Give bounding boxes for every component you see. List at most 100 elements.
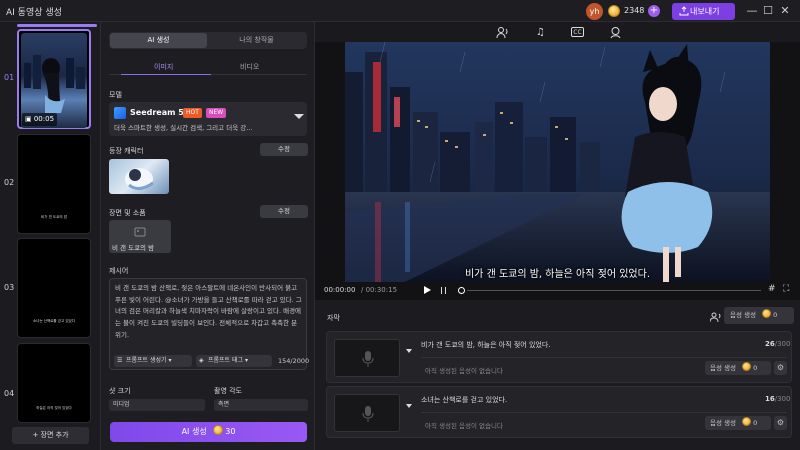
settings-panel: AI 생성 나의 창작물 이미지 비디오 모델 Seedream 5.0 HOT…	[101, 22, 315, 450]
model-logo-icon	[114, 107, 126, 119]
tab-my-creations[interactable]: 나의 창작물	[208, 33, 305, 48]
list-icon: ☰	[117, 357, 123, 364]
seek-bar[interactable]	[467, 290, 761, 291]
chevron-down-icon[interactable]	[406, 349, 412, 353]
voice-generate-all-button[interactable]: 음성 생성 0	[724, 307, 794, 324]
prompt-tag-button[interactable]: ◈ 프롬프트 태그 ▾	[196, 355, 272, 367]
export-icon	[679, 6, 689, 16]
credit-count: 2348	[624, 6, 645, 15]
scene-thumb-2[interactable]: 비가 갠 도쿄의 밤	[17, 134, 91, 234]
no-voice-message: 아직 생성된 음성이 없습니다	[425, 367, 503, 375]
prompt-textarea[interactable]: 비 갠 도쿄의 밤 산책로, 젖은 아스팔트에 네온사인이 반사되어 붉고 푸른…	[109, 278, 310, 370]
fullscreen-icon[interactable]: ⛶	[783, 284, 793, 294]
video-frame[interactable]: 비가 갠 도쿄의 밤, 하늘은 아직 젖어 있었다.	[345, 42, 770, 282]
scene-prop-label: 장면 및 소품	[109, 209, 146, 217]
subtitle-panel: 자막 음성 생성 0 비가 갠 도쿄의 밤, 하늘은 아직 젖어 있었다. 26…	[315, 300, 800, 450]
tag-icon: ◈	[199, 357, 204, 364]
seek-handle[interactable]	[458, 287, 465, 294]
voice-slot[interactable]	[334, 339, 400, 377]
voice-generate-cost: 0	[753, 364, 758, 372]
no-voice-message: 아직 생성된 음성이 없습니다	[425, 422, 503, 430]
grid-icon[interactable]: #	[768, 284, 778, 294]
ai-generate-button[interactable]: AI 생성 30	[110, 422, 307, 442]
chevron-down-icon	[294, 114, 304, 119]
avatar-icon[interactable]	[609, 26, 622, 39]
caption-icon[interactable]: CC	[571, 27, 584, 37]
voice-generate-button[interactable]: 음성 생성 0	[705, 361, 771, 375]
coin-icon	[742, 417, 752, 426]
video-subtitle: 비가 갠 도쿄의 밤, 하늘은 아직 젖어 있었다.	[464, 269, 650, 280]
close-button[interactable]: ✕	[778, 4, 792, 18]
subtitle-text[interactable]: 비가 갠 도쿄의 밤, 하늘은 아직 젖어 있었다.	[421, 340, 551, 350]
scene-thumb-1[interactable]: ▣ 00:05	[17, 29, 91, 129]
app-title: AI 동영상 생성	[6, 8, 62, 18]
voice-icon[interactable]	[496, 26, 509, 39]
export-label: 내보내기	[690, 7, 720, 16]
mic-icon	[362, 406, 374, 422]
voice-slot[interactable]	[334, 394, 400, 432]
scene-number: 03	[4, 283, 15, 292]
minimize-button[interactable]: —	[745, 4, 759, 18]
edit-character-button[interactable]: 수정	[260, 143, 308, 156]
subtab-video[interactable]: 비디오	[240, 62, 259, 72]
chevron-down-icon: ▾	[243, 357, 248, 364]
tab-ai-generate[interactable]: AI 생성	[110, 33, 207, 48]
scene-prop-chip[interactable]: 비 갠 도쿄의 밤	[109, 220, 171, 253]
model-description: 더욱 스마트한 생성, 실시간 검색, 그리고 더욱 강...	[114, 124, 253, 132]
subtitle-card[interactable]: 비가 갠 도쿄의 밤, 하늘은 아직 젖어 있었다. 26/300 아직 생성된…	[326, 331, 792, 383]
voice-generate-cost: 0	[753, 419, 758, 427]
voice-generate-button[interactable]: 음성 생성 0	[705, 416, 771, 430]
shot-size-label: 샷 크기	[109, 387, 131, 395]
model-selector[interactable]: Seedream 5.0 HOT NEW 더욱 스마트한 생성, 실시간 검색,…	[109, 102, 307, 136]
music-icon[interactable]: ♫	[534, 26, 547, 39]
subtab-image[interactable]: 이미지	[154, 62, 173, 72]
scene-number: 01	[4, 73, 15, 82]
gear-icon[interactable]: ⚙	[774, 361, 787, 375]
scene-prop-name: 비 갠 도쿄의 밤	[112, 244, 155, 252]
ai-generate-label: AI 생성	[181, 427, 207, 436]
subtitle-card[interactable]: 소녀는 산책로를 걷고 있었다. 16/300 아직 생성된 음성이 없습니다 …	[326, 386, 792, 438]
character-label: 등장 캐릭터	[109, 147, 144, 155]
maximize-button[interactable]: ☐	[761, 4, 775, 18]
pause-icon[interactable]	[441, 287, 446, 294]
chevron-down-icon[interactable]	[406, 404, 412, 408]
scene-caption: 비가 갠 도쿄의 밤	[41, 215, 67, 219]
prompt-char-count: 154/2000	[278, 357, 310, 365]
scene-thumb-4[interactable]: 하늘은 아직 젖어 있었다	[17, 343, 91, 423]
voice-generate-label: 음성 생성	[710, 419, 736, 427]
new-badge: NEW	[206, 108, 227, 118]
voice-generate-cost: 0	[773, 311, 778, 319]
scene-number: 02	[4, 178, 15, 187]
play-icon[interactable]	[424, 286, 431, 294]
avatar[interactable]: yh	[586, 3, 603, 20]
subtitle-char-count: 16/300	[765, 395, 790, 403]
scene-caption: 하늘은 아직 젖어 있었다	[36, 406, 72, 410]
gear-icon[interactable]: ⚙	[774, 416, 787, 430]
character-thumbnail[interactable]	[109, 159, 169, 194]
duration-text: 00:05	[33, 115, 55, 123]
user-voice-icon[interactable]	[710, 312, 722, 322]
preview-area: ♫ CC 비가 갠 도쿄의 밤, 하늘은 아직 젖어 있었다. 00:00:00…	[315, 22, 800, 300]
card-divider	[421, 412, 787, 413]
character-art	[125, 168, 154, 190]
subtitle-char-count: 26/300	[765, 340, 790, 348]
subtitle-text[interactable]: 소녀는 산책로를 걷고 있었다.	[421, 395, 507, 405]
shot-size-select[interactable]: 미디엄	[109, 399, 205, 411]
voice-generate-label: 음성 생성	[730, 311, 756, 319]
prompt-generator-button[interactable]: ☰ 프롬프트 생성기 ▾	[114, 355, 192, 367]
edit-scene-button[interactable]: 수정	[260, 205, 308, 218]
time-total: / 00:30:15	[361, 286, 398, 294]
duration-chip: ▣ 00:05	[22, 113, 58, 126]
source-tabs: AI 생성 나의 창작물	[109, 32, 307, 49]
angle-select[interactable]: 측면	[214, 399, 308, 411]
char-max: /300	[774, 340, 791, 348]
add-credits-button[interactable]: +	[648, 5, 660, 17]
scene-thumb-3[interactable]: 소녀는 산책로를 걷고 있었다	[17, 238, 91, 338]
add-scene-button[interactable]: + 장면 추가	[12, 427, 89, 444]
prompt-text: 비 갠 도쿄의 밤 산책로, 젖은 아스팔트에 네온사인이 반사되어 붉고 푸른…	[115, 284, 302, 339]
ai-generate-cost: 30	[225, 427, 236, 436]
card-divider	[421, 357, 787, 358]
subtab-indicator	[121, 74, 211, 75]
char-count: 26	[765, 340, 775, 348]
coin-icon	[213, 425, 224, 435]
